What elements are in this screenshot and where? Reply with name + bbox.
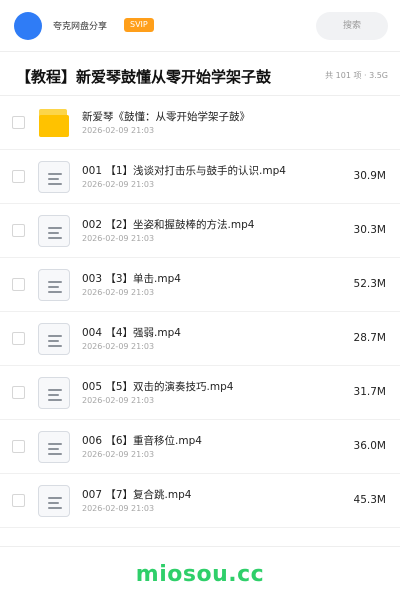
row-checkbox[interactable] — [12, 332, 25, 345]
watermark: miosou.cc — [135, 562, 265, 587]
file-size: 28.7M — [353, 332, 386, 344]
file-name: 新爱琴《鼓懂：从零开始学架子鼓》 — [82, 111, 250, 123]
file-size: 30.9M — [353, 170, 386, 182]
file-date: 2026-02-09 21:03 — [82, 288, 155, 297]
file-date: 2026-02-09 21:03 — [82, 126, 155, 135]
row-checkbox[interactable] — [12, 116, 25, 129]
file-name: 003 【3】单击.mp4 — [82, 273, 181, 285]
file-name: 002 【2】坐姿和握鼓棒的方法.mp4 — [82, 219, 255, 231]
file-date: 2026-02-09 21:03 — [82, 396, 155, 405]
file-name: 006 【6】重音移位.mp4 — [82, 435, 202, 447]
user-name: 夸克网盘分享 — [53, 22, 108, 32]
list-item[interactable]: 003 【3】单击.mp4 2026-02-09 21:03 52.3M — [0, 258, 400, 312]
row-checkbox[interactable] — [12, 170, 25, 183]
row-checkbox[interactable] — [12, 494, 25, 507]
list-item[interactable]: 007 【7】复合跳.mp4 2026-02-09 21:03 45.3M — [0, 474, 400, 528]
list-item[interactable]: 004 【4】强弱.mp4 2026-02-09 21:03 28.7M — [0, 312, 400, 366]
folder-icon — [38, 107, 70, 139]
file-name: 001 【1】浅谈对打击乐与鼓手的认识.mp4 — [82, 165, 286, 177]
row-checkbox[interactable] — [12, 224, 25, 237]
file-icon — [38, 323, 70, 355]
avatar[interactable] — [14, 12, 42, 40]
file-icon — [38, 161, 70, 193]
file-icon — [38, 485, 70, 517]
row-checkbox[interactable] — [12, 440, 25, 453]
search-input[interactable] — [316, 12, 388, 40]
row-checkbox[interactable] — [12, 278, 25, 291]
file-name: 004 【4】强弱.mp4 — [82, 327, 181, 339]
file-name: 005 【5】双击的演奏技巧.mp4 — [82, 381, 234, 393]
file-date: 2026-02-09 21:03 — [82, 342, 155, 351]
file-date: 2026-02-09 21:03 — [82, 450, 155, 459]
file-size: 52.3M — [353, 278, 386, 290]
folder-meta: 共 101 项 · 3.5G — [325, 71, 388, 80]
svip-badge: SVIP — [124, 18, 154, 32]
footer-divider — [0, 546, 400, 547]
list-item[interactable]: 新爱琴《鼓懂：从零开始学架子鼓》 2026-02-09 21:03 — [0, 96, 400, 150]
file-size: 45.3M — [353, 494, 386, 506]
list-item[interactable]: 005 【5】双击的演奏技巧.mp4 2026-02-09 21:03 31.7… — [0, 366, 400, 420]
list-item[interactable]: 002 【2】坐姿和握鼓棒的方法.mp4 2026-02-09 21:03 30… — [0, 204, 400, 258]
file-icon — [38, 269, 70, 301]
list-item[interactable]: 001 【1】浅谈对打击乐与鼓手的认识.mp4 2026-02-09 21:03… — [0, 150, 400, 204]
file-name: 007 【7】复合跳.mp4 — [82, 489, 192, 501]
file-list: 新爱琴《鼓懂：从零开始学架子鼓》 2026-02-09 21:03 001 【1… — [0, 96, 400, 528]
top-bar: 夸克网盘分享 SVIP — [0, 0, 400, 52]
file-size: 31.7M — [353, 386, 386, 398]
file-date: 2026-02-09 21:03 — [82, 180, 155, 189]
list-item[interactable]: 006 【6】重音移位.mp4 2026-02-09 21:03 36.0M — [0, 420, 400, 474]
file-size: 36.0M — [353, 440, 386, 452]
file-icon — [38, 215, 70, 247]
file-icon — [38, 431, 70, 463]
file-date: 2026-02-09 21:03 — [82, 234, 155, 243]
file-icon — [38, 377, 70, 409]
file-date: 2026-02-09 21:03 — [82, 504, 155, 513]
page-title: 【教程】新爱琴鼓懂从零开始学架子鼓 — [16, 68, 272, 86]
folder-header: 【教程】新爱琴鼓懂从零开始学架子鼓 共 101 项 · 3.5G — [0, 52, 400, 96]
file-size: 30.3M — [353, 224, 386, 236]
row-checkbox[interactable] — [12, 386, 25, 399]
